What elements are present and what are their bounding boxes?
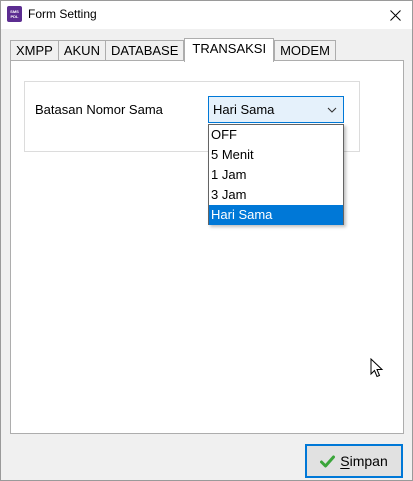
batasan-nomor-sama-combobox[interactable]: Hari Sama [208,96,344,123]
tab-transaksi[interactable]: TRANSAKSI [184,38,275,62]
mouse-pointer-icon [370,358,384,378]
dropdown-option-3-jam[interactable]: 3 Jam [209,185,343,205]
tab-xmpp[interactable]: XMPP [10,40,59,61]
app-icon: SMS PDL [7,6,22,22]
check-icon [320,455,336,467]
dropdown-option-hari-sama[interactable]: Hari Sama [209,205,343,225]
dropdown-option-5-menit[interactable]: 5 Menit [209,145,343,165]
simpan-label: Simpan [340,453,388,469]
combo-selected-value: Hari Sama [213,102,275,117]
tab-strip: XMPP AKUN DATABASE TRANSAKSI MODEM [10,38,336,62]
simpan-button[interactable]: Simpan [305,444,403,478]
combo-dropdown-list: OFF 5 Menit 1 Jam 3 Jam Hari Sama [208,124,344,225]
tab-panel-transaksi: Batasan Nomor Sama [10,60,404,434]
title-bar: SMS PDL Form Setting [1,1,412,29]
tab-modem[interactable]: MODEM [274,40,336,61]
tab-database[interactable]: DATABASE [104,40,185,61]
dropdown-option-1-jam[interactable]: 1 Jam [209,165,343,185]
batasan-nomor-sama-label: Batasan Nomor Sama [35,102,163,117]
chevron-down-icon[interactable] [327,106,337,114]
close-button[interactable] [378,1,412,29]
dropdown-option-off[interactable]: OFF [209,125,343,145]
tab-akun[interactable]: AKUN [57,40,106,61]
window-title: Form Setting [28,7,97,21]
close-icon [389,9,401,21]
form-setting-window: SMS PDL Form Setting XMPP AKUN DATABASE T… [0,0,413,481]
